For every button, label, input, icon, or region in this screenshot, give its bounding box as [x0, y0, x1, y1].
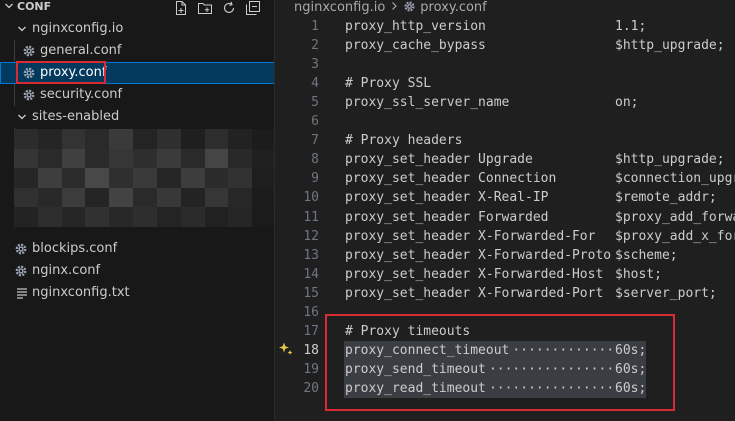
code-directive: proxy_set_header Upgrade: [345, 152, 533, 167]
line-number: 17: [303, 324, 319, 339]
refresh-icon[interactable]: [221, 0, 237, 16]
line-number: 2: [311, 38, 319, 53]
code-line[interactable]: 15 proxy_set_header X-Forwarded-Port $serv…: [276, 284, 735, 303]
new-file-icon[interactable]: [173, 0, 189, 16]
code-directive: proxy_http_version: [345, 19, 486, 34]
explorer-header[interactable]: CONF: [0, 0, 274, 16]
highlight-box: [16, 61, 106, 84]
chevron-down-icon[interactable]: [3, 0, 15, 12]
code-comment: # Proxy SSL: [345, 76, 432, 91]
line-number: 5: [311, 95, 319, 110]
code-value: $http_upgrade;: [615, 38, 725, 53]
line-number: 7: [311, 133, 319, 148]
line-number: 11: [303, 210, 319, 225]
tree-file-nginx-conf[interactable]: nginx.conf: [0, 260, 274, 282]
tree-file-blockips-conf[interactable]: blockips.conf: [0, 238, 274, 260]
code-value: $server_port;: [615, 286, 717, 301]
code-directive: proxy_set_header X-Forwarded-Port: [345, 286, 604, 301]
gear-icon: [15, 265, 27, 277]
gear-icon: [23, 89, 35, 101]
code-directive: proxy_set_header Forwarded: [345, 210, 549, 225]
line-number: 1: [311, 19, 319, 34]
code-line[interactable]: 9 proxy_set_header Connection $connection_…: [276, 169, 735, 188]
explorer-sidebar: CONF nginxconfig.io general.conf proxy.c…: [0, 0, 275, 421]
code-line[interactable]: 10 proxy_set_header X-Real-IP $remote_addr…: [276, 188, 735, 207]
code-value: $proxy_add_x_for: [615, 229, 735, 244]
code-line[interactable]: 1 proxy_http_version 1.1;: [276, 17, 735, 36]
code-line[interactable]: 14 proxy_set_header X-Forwarded-Host $host…: [276, 265, 735, 284]
new-folder-icon[interactable]: [197, 0, 213, 16]
code-directive: proxy_set_header X-Forwarded-Host: [345, 267, 604, 282]
tree-file-general-conf[interactable]: general.conf: [0, 40, 274, 62]
gear-icon: [23, 45, 35, 57]
line-number: 9: [311, 171, 319, 186]
gear-icon: [15, 243, 27, 255]
code-directive: proxy_set_header X-Forwarded-For: [345, 229, 596, 244]
tree-folder-nginxconfig-io[interactable]: nginxconfig.io: [0, 18, 274, 40]
tree-file-nginxconfig-txt[interactable]: nginxconfig.txt: [0, 282, 274, 304]
sparkle-icon[interactable]: [278, 341, 294, 357]
line-number: 20: [303, 381, 319, 396]
line-number: 16: [303, 305, 319, 320]
code-line[interactable]: 11 proxy_set_header Forwarded $proxy_add_f…: [276, 208, 735, 227]
breadcrumb: nginxconfig.io proxy.conf: [294, 0, 487, 16]
code-directive: proxy_ssl_server_name: [345, 95, 510, 110]
code-value: $remote_addr;: [615, 190, 717, 205]
code-directive: proxy_set_header X-Forwarded-Proto: [345, 248, 612, 263]
line-number: 6: [311, 114, 319, 129]
code-value: $connection_upgr: [615, 171, 735, 186]
breadcrumb-item[interactable]: nginxconfig.io: [294, 0, 385, 15]
highlight-box: [325, 314, 675, 411]
code-value: on;: [615, 95, 639, 110]
chevron-down-icon: [18, 114, 26, 120]
code-line[interactable]: 8 proxy_set_header Upgrade $http_upgrade;: [276, 150, 735, 169]
line-number: 13: [303, 248, 319, 263]
code-line[interactable]: 2 proxy_cache_bypass $http_upgrade;: [276, 36, 735, 55]
redacted-region: [14, 129, 274, 227]
tree-label: security.conf: [40, 87, 123, 102]
line-number: 4: [311, 76, 319, 91]
gear-icon: [404, 1, 415, 12]
collapse-all-icon[interactable]: [245, 0, 261, 16]
code-value: $proxy_add_forwa: [615, 210, 735, 225]
code-directive: proxy_cache_bypass: [345, 38, 486, 53]
line-number: 15: [303, 286, 319, 301]
tree-label: blockips.conf: [32, 241, 118, 256]
tree-folder-sites-enabled[interactable]: sites-enabled: [0, 106, 274, 128]
line-number: 8: [311, 152, 319, 167]
line-number: 12: [303, 229, 319, 244]
breadcrumb-item[interactable]: proxy.conf: [420, 0, 486, 15]
explorer-title: CONF: [17, 0, 52, 13]
tree-label: sites-enabled: [32, 109, 120, 124]
tree-label: nginx.conf: [32, 263, 101, 278]
line-number: 19: [303, 362, 319, 377]
code-value: $http_upgrade;: [615, 152, 725, 167]
code-line[interactable]: 4 # Proxy SSL: [276, 74, 735, 93]
code-line[interactable]: 13 proxy_set_header X-Forwarded-Proto $sch…: [276, 246, 735, 265]
code-value: $scheme;: [615, 248, 678, 263]
tree-label: nginxconfig.txt: [32, 285, 130, 300]
code-line[interactable]: 6: [276, 112, 735, 131]
chevron-down-icon: [18, 26, 26, 32]
tree-file-security-conf[interactable]: security.conf: [0, 84, 274, 106]
code-line[interactable]: 3: [276, 55, 735, 74]
text-file-icon: [17, 288, 27, 299]
line-number: 14: [303, 267, 319, 282]
code-line[interactable]: 7 # Proxy headers: [276, 131, 735, 150]
code-directive: proxy_set_header X-Real-IP: [345, 190, 549, 205]
code-line[interactable]: 12 proxy_set_header X-Forwarded-For $proxy…: [276, 227, 735, 246]
explorer-actions: [173, 0, 261, 16]
code-comment: # Proxy headers: [345, 133, 463, 148]
tree-label: nginxconfig.io: [32, 21, 124, 36]
code-value: $host;: [615, 267, 662, 282]
line-number: 3: [311, 57, 319, 72]
line-number: 10: [303, 190, 319, 205]
code-value: 1.1;: [615, 19, 647, 34]
chevron-right-icon: [392, 2, 398, 10]
tree-label: general.conf: [40, 43, 122, 58]
code-line[interactable]: 5 proxy_ssl_server_name on;: [276, 93, 735, 112]
code-directive: proxy_set_header Connection: [345, 171, 557, 186]
